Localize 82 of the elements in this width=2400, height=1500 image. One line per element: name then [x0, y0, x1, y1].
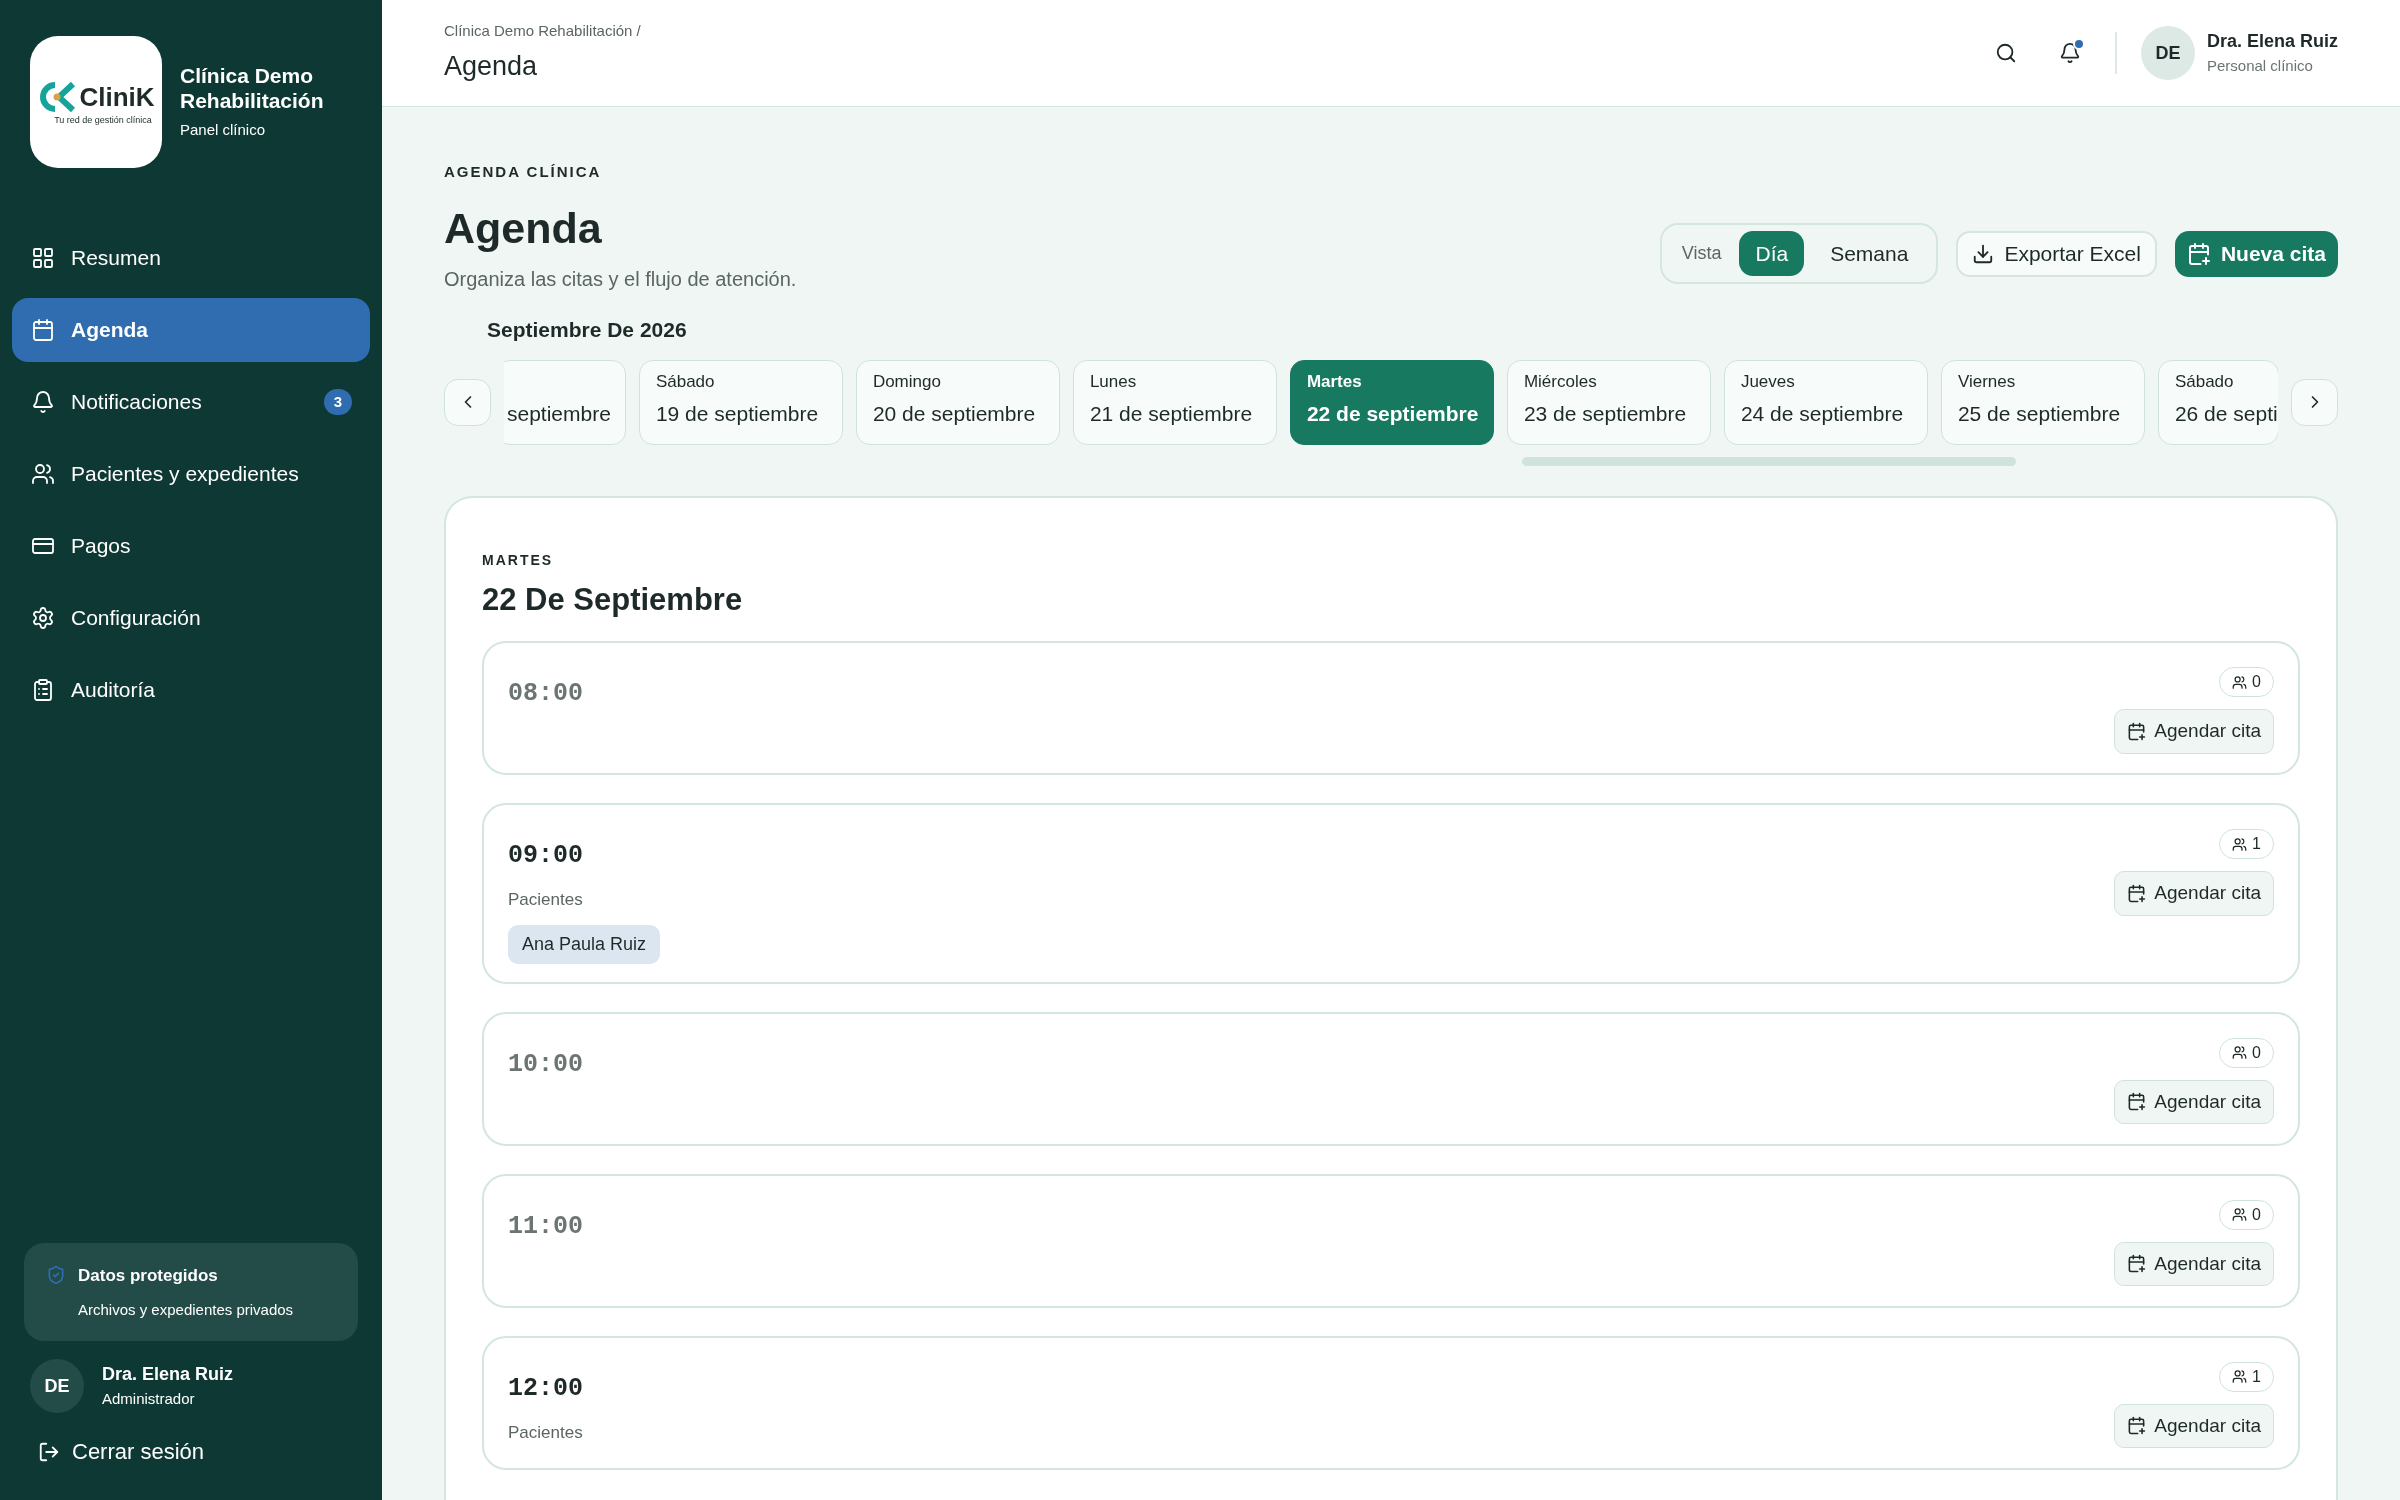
new-appointment-button[interactable]: Nueva cita — [2174, 230, 2338, 277]
month-label: Septiembre De 2026 — [487, 317, 688, 343]
user-avatar: DE — [30, 1359, 84, 1413]
calendar-add-icon — [2127, 1092, 2147, 1112]
schedule-button[interactable]: Agendar cita — [2114, 1403, 2274, 1448]
export-button[interactable]: Exportar Excel — [1956, 230, 2157, 277]
patient-chip[interactable]: Ana Paula Ruiz — [508, 924, 661, 964]
date-card[interactable]: Sábado 19 de septiembre — [638, 359, 843, 445]
users-icon — [31, 462, 55, 486]
view-tab[interactable]: Día — [1739, 231, 1805, 276]
clipboard-icon — [31, 678, 55, 702]
count-badge: 3 — [323, 388, 352, 416]
header-title: Agenda — [444, 50, 539, 83]
slot-time: 08:00 — [508, 679, 584, 709]
schedule-button[interactable]: Agendar cita — [2114, 709, 2274, 754]
slot-time: 10:00 — [508, 1049, 584, 1080]
date-card[interactable]: Miércoles 23 de septiembre — [1506, 359, 1711, 445]
date-card[interactable]: Sábado 26 de septi — [2157, 359, 2278, 445]
logout-link[interactable]: Cerrar sesión — [0, 1435, 382, 1468]
previous-button[interactable] — [444, 378, 491, 426]
nav-item[interactable]: Auditoría — [12, 658, 370, 722]
breadcrumb: Clínica Demo Rehabilitación / — [444, 20, 642, 41]
users-icon — [2232, 1369, 2248, 1384]
scrollbar[interactable] — [1522, 456, 2016, 466]
nav-item[interactable]: Resumen — [12, 226, 370, 290]
date-card[interactable]: Jueves 24 de septiembre — [1723, 359, 1928, 445]
security-title: Datos protegidos — [78, 1265, 219, 1287]
calendar-add-icon — [2127, 883, 2147, 903]
view-label: Vista — [1680, 242, 1723, 265]
nav-item[interactable]: Notificaciones 3 — [12, 370, 370, 434]
calendar-add-icon — [2127, 721, 2147, 741]
date-card[interactable]: Domingo 20 de septiembre — [855, 359, 1060, 445]
calendar-add-icon — [2127, 1416, 2147, 1436]
users-icon — [2232, 1045, 2248, 1060]
page-subtitle: Organiza las citas y el flujo de atención. — [444, 267, 798, 292]
users-icon — [2232, 674, 2248, 690]
logo-mark-icon — [37, 79, 78, 114]
user-role: Administrador — [102, 1389, 196, 1410]
date-card[interactable]: Martes 22 de septiembre — [1289, 359, 1494, 445]
users-icon — [2232, 1207, 2248, 1222]
schedule-button[interactable]: Agendar cita — [2114, 1079, 2274, 1124]
calendar-add-icon — [2127, 1254, 2147, 1274]
slot-time: 12:00 — [508, 1373, 584, 1404]
nav-item[interactable]: Pacientes y expedientes — [12, 442, 370, 506]
bell-icon — [31, 390, 55, 414]
nav-item[interactable]: Pagos — [12, 514, 370, 578]
user-avatar: DE — [2140, 26, 2195, 80]
slot-time: 09:00 — [508, 841, 584, 871]
shield-icon — [46, 1265, 66, 1285]
users-icon — [2232, 836, 2248, 852]
bell-icon — [2058, 42, 2081, 64]
logo-name: CliniK — [79, 83, 155, 110]
calendar-icon — [31, 318, 55, 342]
clinic-name: Clínica Demo Rehabilitación — [180, 62, 325, 113]
date-card[interactable]: Lunes 21 de septiembre — [1072, 359, 1277, 445]
logout-icon — [38, 1440, 60, 1463]
patients-heading: Pacientes — [508, 1421, 584, 1444]
download-icon — [1972, 242, 1995, 265]
settings-icon — [31, 606, 55, 630]
nav-item[interactable]: Agenda — [12, 298, 370, 362]
logo-tagline: Tu red de gestión clínica — [54, 115, 152, 125]
user-role: Personal clínico — [2206, 56, 2314, 77]
user-name: Dra. Elena Ruiz — [2206, 30, 2338, 54]
eyebrow: AGENDA CLÍNICA — [444, 162, 603, 182]
day-title: 22 De Septiembre — [482, 580, 744, 619]
calendar-add-icon — [2186, 241, 2211, 266]
schedule-button[interactable]: Agendar cita — [2114, 871, 2274, 916]
search-icon — [1994, 42, 2017, 64]
patients-heading: Pacientes — [508, 889, 584, 911]
panel-subtitle: Panel clínico — [180, 119, 267, 140]
date-card[interactable]: septiembre — [504, 359, 626, 445]
slot-time: 11:00 — [508, 1211, 584, 1242]
nav-item[interactable]: Configuración — [12, 586, 370, 650]
page-title: Agenda — [444, 202, 603, 254]
schedule-button[interactable]: Agendar cita — [2114, 1241, 2274, 1286]
date-card[interactable]: Viernes 25 de septiembre — [1940, 359, 2145, 445]
weekday-label: MARTES — [482, 550, 555, 570]
grid-icon — [31, 246, 55, 270]
view-tab[interactable]: Semana — [1808, 231, 1931, 276]
next-button[interactable] — [2291, 378, 2338, 426]
user-name: Dra. Elena Ruiz — [102, 1363, 234, 1387]
security-text: Archivos y expedientes privados — [78, 1299, 294, 1320]
